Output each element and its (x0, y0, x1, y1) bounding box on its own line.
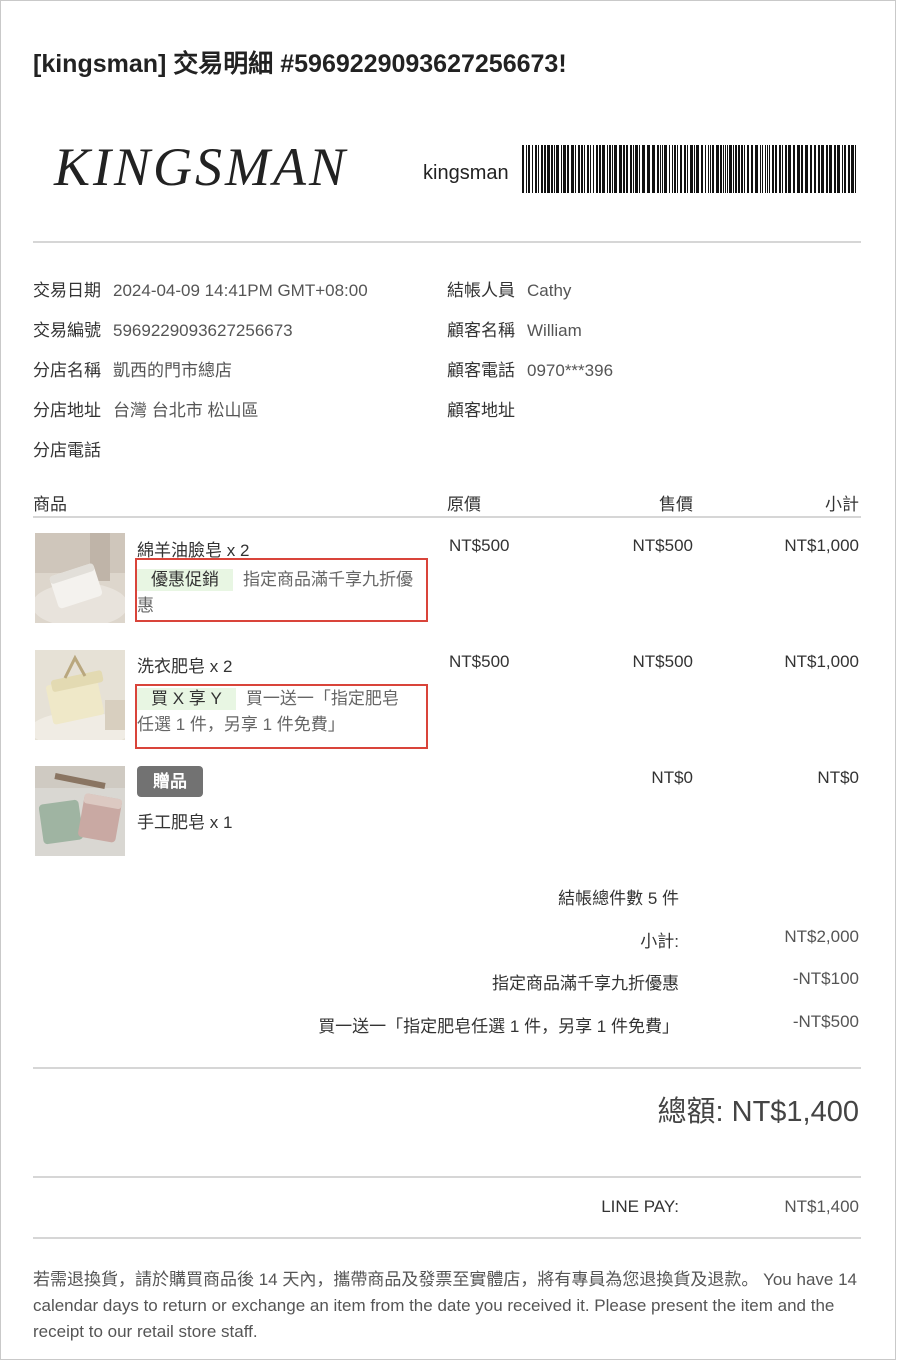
summary-subtotal-value: NT$2,000 (784, 927, 859, 946)
col-header-sale: 售價 (659, 495, 693, 514)
grand-total: 總額: NT$1,400 (657, 1096, 859, 1128)
item-original-price: NT$500 (449, 536, 510, 555)
info-cashier: 結帳人員 Cathy (447, 281, 572, 300)
summary-subtotal-label: 小計: (640, 932, 679, 951)
return-policy-note: 若需退換貨，請於購買商品後 14 天內，攜帶商品及發票至實體店，將有專員為您退換… (33, 1270, 857, 1341)
divider (33, 1237, 861, 1239)
promo-tag: 買 X 享 Y (137, 688, 236, 710)
item-subtotal: NT$0 (817, 768, 859, 787)
summary-discount-value: -NT$500 (792, 1012, 859, 1031)
email-title: [kingsman] 交易明細 #5969229093627256673! (33, 50, 567, 78)
info-trade-id: 交易編號 5969229093627256673 (33, 321, 293, 340)
item-original-price: NT$500 (449, 652, 510, 671)
item-name: 洗衣肥皂 x 2 (137, 657, 233, 676)
payment-method-label: LINE PAY: (601, 1197, 679, 1216)
brand-logo: KINGSMAN (54, 137, 348, 197)
promo-highlight: 買 X 享 Y 買一送一「指定肥皂任選 1 件，另享 1 件免費」 (135, 684, 428, 749)
payment-amount: NT$1,400 (784, 1197, 859, 1216)
receipt-frame (0, 0, 896, 1360)
col-header-original: 原價 (447, 495, 481, 514)
col-header-subtotal: 小計 (825, 495, 859, 514)
summary-discount-label: 買一送一「指定肥皂任選 1 件，另享 1 件免費」 (318, 1017, 679, 1036)
info-customer-phone: 顧客電話 0970***396 (447, 361, 614, 380)
info-customer-address: 顧客地址 (447, 401, 515, 420)
item-sale-price: NT$500 (632, 652, 693, 671)
divider (33, 1067, 861, 1069)
info-store-address: 分店地址 台灣 台北市 松山區 (33, 401, 259, 420)
info-trade-date: 交易日期 2024-04-09 14:41PM GMT+08:00 (33, 281, 368, 300)
product-image (35, 650, 125, 740)
col-header-product: 商品 (33, 495, 67, 514)
barcode (522, 145, 856, 193)
divider (33, 1176, 861, 1178)
product-image (35, 766, 125, 856)
info-store-name: 分店名稱 凱西的門市總店 (33, 361, 232, 380)
info-store-phone: 分店電話 (33, 441, 101, 460)
item-subtotal: NT$1,000 (784, 536, 859, 555)
item-sale-price: NT$0 (651, 768, 693, 787)
summary-item-count: 結帳總件數 5 件 (558, 889, 679, 908)
item-subtotal: NT$1,000 (784, 652, 859, 671)
gift-badge: 贈品 (137, 766, 203, 797)
summary-discount-value: -NT$100 (792, 969, 859, 988)
promo-tag: 優惠促銷 (137, 569, 233, 591)
info-customer-name: 顧客名稱 William (447, 321, 582, 340)
promo-highlight: 優惠促銷 指定商品滿千享九折優惠 (135, 558, 428, 622)
divider (33, 241, 861, 243)
divider (33, 516, 861, 518)
item-name: 手工肥皂 x 1 (137, 813, 233, 832)
product-image (35, 533, 125, 623)
shop-name: kingsman (423, 162, 509, 184)
item-sale-price: NT$500 (632, 536, 693, 555)
summary-discount-label: 指定商品滿千享九折優惠 (492, 974, 679, 993)
